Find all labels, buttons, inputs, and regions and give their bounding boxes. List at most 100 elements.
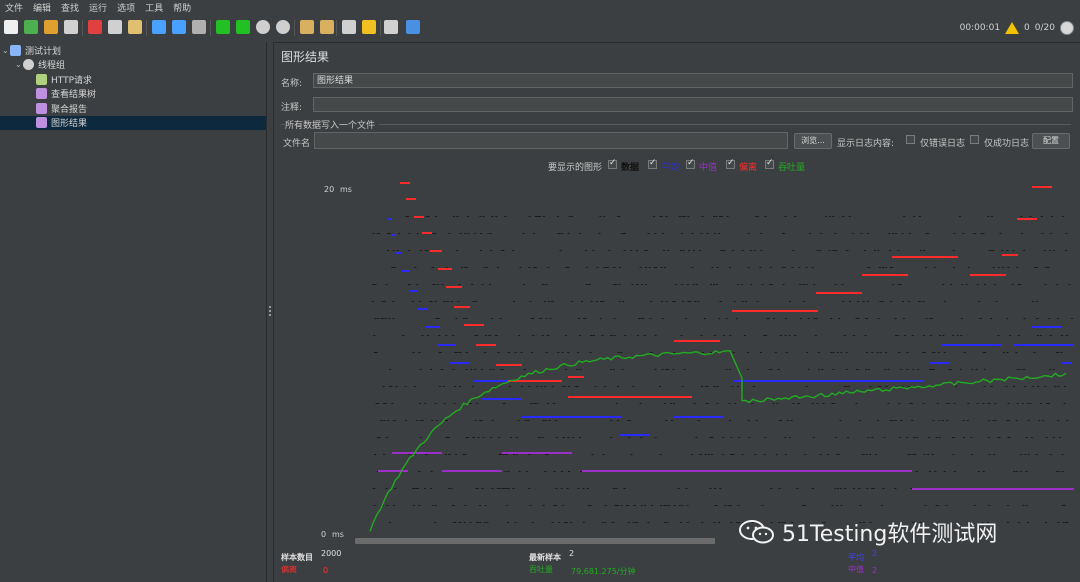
collapse-icon[interactable] (172, 20, 186, 34)
templates-icon[interactable] (24, 20, 38, 34)
new-icon[interactable] (4, 20, 18, 34)
data-point (1045, 522, 1048, 523)
menu-item[interactable]: 选项 (112, 1, 140, 14)
data-point (1020, 233, 1023, 234)
clear-icon[interactable] (300, 20, 314, 34)
data-point (471, 284, 474, 285)
tree-node[interactable]: ⌄ 测试计划 (0, 43, 266, 57)
data-point (1006, 522, 1009, 523)
comment-field[interactable] (313, 97, 1073, 112)
data-point (617, 386, 620, 387)
data-point (424, 250, 427, 251)
data-point (570, 301, 573, 302)
graph-option-checkbox[interactable] (726, 158, 735, 169)
remote-globe-icon[interactable] (1060, 21, 1074, 35)
menu-item[interactable]: 查找 (56, 1, 84, 14)
save-icon[interactable] (64, 20, 78, 34)
data-point (613, 318, 616, 319)
data-point (899, 437, 902, 438)
toggle-icon[interactable] (192, 20, 206, 34)
data-point (899, 284, 902, 285)
shutdown-icon[interactable] (276, 20, 290, 34)
data-point (404, 386, 407, 387)
data-point (592, 335, 595, 336)
menu-item[interactable]: 帮助 (168, 1, 196, 14)
tree-node[interactable]: 图形结果 (0, 115, 266, 130)
data-point (934, 471, 937, 472)
data-point (530, 403, 533, 404)
function-helper-icon[interactable] (384, 20, 398, 34)
expand-arrow-icon[interactable]: ⌄ (15, 60, 23, 69)
data-point (943, 352, 946, 353)
expand-icon[interactable] (152, 20, 166, 34)
data-point (709, 437, 712, 438)
graph-option-checkbox[interactable] (686, 158, 695, 169)
data-point (545, 454, 548, 455)
menu-item[interactable]: 编辑 (28, 1, 56, 14)
tree-node[interactable]: ⌄ 线程组 (0, 58, 266, 72)
data-point (674, 284, 677, 285)
name-field[interactable]: 图形结果 (313, 73, 1073, 88)
data-point (813, 318, 816, 319)
data-point (1020, 454, 1023, 455)
data-point (933, 267, 936, 268)
data-point (710, 284, 712, 285)
start-icon[interactable] (216, 20, 230, 34)
data-point (412, 505, 415, 506)
data-point (394, 488, 396, 489)
search-icon[interactable] (342, 20, 356, 34)
data-point (697, 301, 700, 302)
data-point (834, 488, 837, 489)
graph-option-checkbox[interactable] (648, 158, 657, 169)
open-icon[interactable] (44, 20, 58, 34)
data-point (844, 488, 847, 489)
paste-icon[interactable] (128, 20, 142, 34)
data-point (434, 522, 437, 523)
data-point (713, 233, 716, 234)
expand-arrow-icon[interactable]: ⌄ (2, 46, 10, 55)
copy-icon[interactable] (108, 20, 122, 34)
cut-icon[interactable] (88, 20, 102, 34)
data-point (568, 216, 571, 217)
success-only-checkbox[interactable] (970, 135, 979, 144)
help-icon[interactable] (406, 20, 420, 34)
configure-button[interactable]: 配置 (1032, 133, 1070, 149)
data-point (682, 301, 685, 302)
filename-field[interactable] (314, 132, 788, 149)
data-point (671, 420, 673, 421)
data-point (665, 301, 668, 302)
clear-all-icon[interactable] (320, 20, 334, 34)
data-point (1019, 284, 1022, 285)
deviation-segment (568, 396, 628, 398)
menu-item[interactable]: 运行 (84, 1, 112, 14)
data-point (1041, 233, 1044, 234)
errors-only-checkbox[interactable] (906, 135, 915, 144)
data-point (424, 488, 426, 489)
data-point (491, 420, 494, 421)
menu-item[interactable]: 文件 (0, 1, 28, 14)
graph-option-checkbox[interactable] (765, 158, 774, 169)
data-point (953, 471, 956, 472)
data-point (1007, 437, 1010, 438)
reset-search-icon[interactable] (362, 20, 376, 34)
data-point (1011, 284, 1014, 285)
browse-button[interactable]: 浏览... (794, 133, 832, 149)
graph-option-checkbox[interactable] (608, 158, 617, 169)
stop-icon[interactable] (256, 20, 270, 34)
data-point (994, 403, 997, 404)
tree-node[interactable]: 聚合报告 (0, 101, 266, 115)
data-point (579, 369, 582, 370)
menu-item[interactable]: 工具 (140, 1, 168, 14)
data-point (389, 522, 392, 523)
data-point (402, 335, 405, 336)
median-segment (502, 452, 572, 454)
warning-icon[interactable] (1005, 22, 1020, 34)
data-point (842, 301, 845, 302)
graph-scrollbar[interactable] (355, 538, 715, 544)
data-point (531, 352, 534, 353)
start-no-pause-icon[interactable] (236, 20, 250, 34)
data-point (732, 250, 735, 251)
tree-node[interactable]: HTTP请求 (0, 72, 266, 86)
tree-node[interactable]: 查看结果树 (0, 87, 266, 101)
data-point (1039, 335, 1042, 336)
